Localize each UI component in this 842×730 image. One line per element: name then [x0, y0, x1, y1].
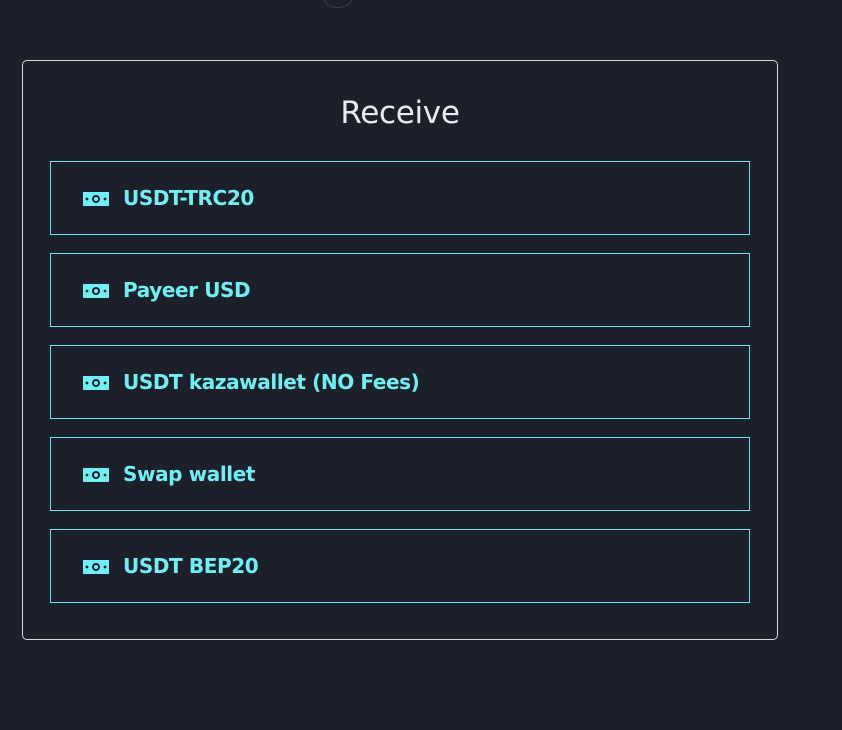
- payment-method-usdt-trc20[interactable]: USDT-TRC20: [50, 161, 750, 235]
- money-bill-icon: [83, 375, 109, 390]
- payment-method-label: USDT kazawallet (NO Fees): [123, 370, 420, 394]
- payment-method-label: USDT-TRC20: [123, 186, 254, 210]
- money-bill-icon: [83, 467, 109, 482]
- payment-method-usdt-kazawallet[interactable]: USDT kazawallet (NO Fees): [50, 345, 750, 419]
- money-bill-icon: [83, 559, 109, 574]
- payment-method-list: USDT-TRC20 Payeer USD USDT kazawallet (N…: [50, 161, 750, 603]
- top-decoration: [323, 0, 353, 8]
- payment-method-payeer-usd[interactable]: Payeer USD: [50, 253, 750, 327]
- payment-method-label: Payeer USD: [123, 278, 251, 302]
- payment-method-usdt-bep20[interactable]: USDT BEP20: [50, 529, 750, 603]
- payment-method-label: USDT BEP20: [123, 554, 259, 578]
- payment-method-label: Swap wallet: [123, 462, 256, 486]
- money-bill-icon: [83, 191, 109, 206]
- page-title: Receive: [340, 95, 460, 131]
- money-bill-icon: [83, 283, 109, 298]
- payment-method-swap-wallet[interactable]: Swap wallet: [50, 437, 750, 511]
- receive-panel: Receive USDT-TRC20 Payeer USD USDT kazaw…: [22, 60, 778, 640]
